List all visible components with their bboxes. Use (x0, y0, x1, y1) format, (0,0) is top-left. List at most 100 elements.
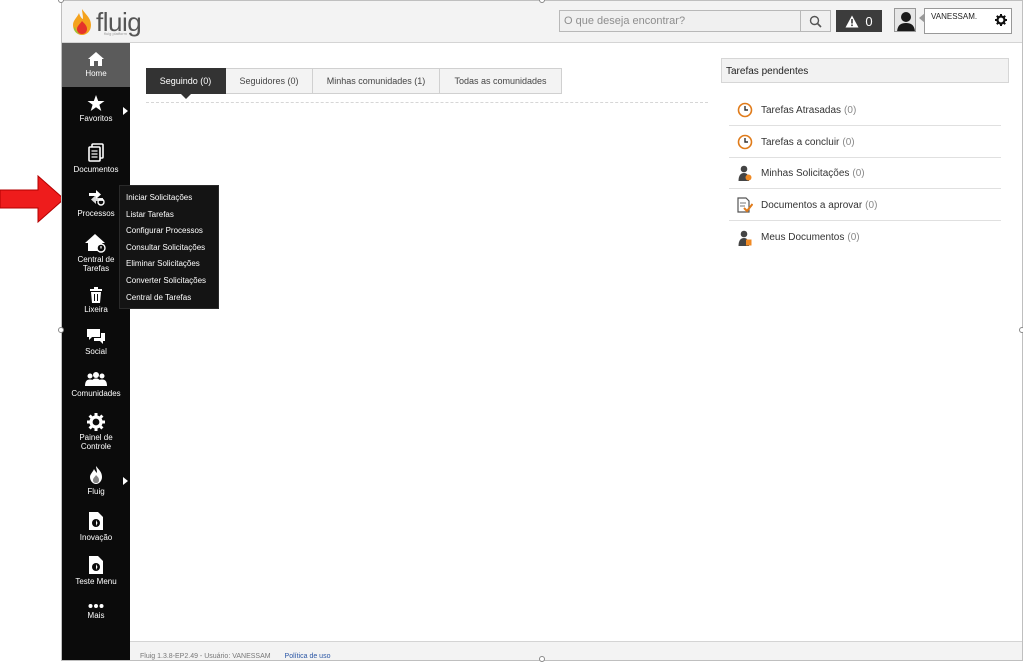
app-window: fluig fluig platform 0 (61, 0, 1023, 661)
sidebar-item-fluig[interactable]: Fluig (62, 465, 130, 496)
submenu-item-listar-tarefas[interactable]: Listar Tarefas (120, 207, 218, 224)
sidebar-item-social[interactable]: Social (62, 327, 130, 356)
active-tab-caret (179, 93, 192, 99)
task-tarefas-a-concluir[interactable]: Tarefas a concluir (0) (729, 127, 1001, 158)
task-count: (0) (844, 104, 857, 116)
tab-seguindo[interactable]: Seguindo (0) (146, 68, 226, 99)
task-count: (0) (852, 167, 865, 179)
search-input[interactable] (560, 11, 798, 31)
user-menu[interactable]: VANESSAM. (919, 8, 1012, 34)
task-count: (0) (842, 136, 855, 148)
sidebar-label: Documentos (73, 165, 119, 174)
task-label: Documentos a aprovar (761, 199, 863, 211)
frame-handle (58, 327, 64, 333)
sidebar-item-comunidades[interactable]: Comunidades (62, 371, 130, 398)
sidebar-item-teste-menu[interactable]: Teste Menu (62, 555, 130, 586)
sidebar-item-inovacao[interactable]: Inovação (62, 511, 130, 542)
tab-label: Seguindo (0) (159, 76, 212, 86)
sidebar-label: Painel de Controle (79, 433, 113, 451)
user-document-icon (738, 230, 752, 246)
tabs-divider (146, 102, 708, 103)
warning-icon (845, 15, 859, 27)
sidebar-label: Processos (77, 209, 115, 218)
alert-count: 0 (865, 13, 873, 29)
innovation-icon (89, 512, 103, 530)
processes-icon (89, 190, 105, 206)
sidebar-item-painel-de-controle[interactable]: Painel de Controle (62, 413, 130, 451)
document-approve-icon (737, 197, 753, 213)
frame-handle (539, 656, 545, 662)
username-label: VANESSAM. (931, 12, 978, 21)
star-icon (87, 95, 105, 111)
task-center-icon (85, 234, 106, 253)
task-meus-documentos[interactable]: Meus Documentos (0) (729, 222, 1001, 253)
footer-version: Fluig 1.3.8-EP2.49 - Usuário: VANESSAM (140, 653, 271, 660)
tab-label: Todas as comunidades (454, 76, 547, 86)
sidebar-item-home[interactable]: Home (62, 43, 130, 87)
user-request-icon (738, 165, 752, 181)
submenu-item-consultar-solicitacoes[interactable]: Consultar Solicitações (120, 240, 218, 257)
task-documentos-a-aprovar[interactable]: Documentos a aprovar (0) (729, 190, 1001, 221)
social-tabs: Seguindo (0) Seguidores (0) Minhas comun… (146, 68, 562, 99)
sidebar-label: Teste Menu (75, 577, 117, 586)
fluig-flame-icon (73, 9, 91, 35)
task-label: Meus Documentos (761, 232, 845, 243)
tab-label: Seguidores (0) (239, 76, 299, 86)
submenu-item-central-de-tarefas[interactable]: Central de Tarefas (120, 290, 218, 307)
policy-link[interactable]: Política de uso (285, 653, 331, 660)
alerts-button[interactable]: 0 (836, 10, 882, 32)
sidebar-label: Central de Tarefas (77, 255, 115, 273)
annotation-arrow-icon (0, 174, 65, 224)
task-count: (0) (847, 232, 860, 243)
sidebar-item-mais[interactable]: Mais (62, 603, 130, 620)
task-label: Tarefas a concluir (761, 136, 840, 148)
search-button[interactable] (800, 11, 830, 31)
sidebar-item-favoritos[interactable]: Favoritos (62, 95, 130, 123)
sidebar-label: Social (85, 347, 107, 356)
sidebar-label: Comunidades (71, 389, 121, 398)
submenu-item-eliminar-solicitacoes[interactable]: Eliminar Solicitações (120, 256, 218, 273)
pending-tasks-title: Tarefas pendentes (721, 58, 1009, 83)
search-box (559, 10, 831, 32)
settings-gear-icon[interactable] (995, 14, 1007, 26)
clock-icon (737, 134, 753, 150)
task-label: Tarefas Atrasadas (761, 104, 842, 116)
trash-icon (90, 287, 102, 303)
submenu-item-configurar-processos[interactable]: Configurar Processos (120, 223, 218, 240)
frame-handle (1019, 327, 1023, 333)
gear-icon (87, 413, 105, 431)
more-icon (88, 604, 104, 608)
sidebar-item-documentos[interactable]: Documentos (62, 143, 130, 174)
task-count: (0) (865, 199, 878, 211)
task-tarefas-atrasadas[interactable]: Tarefas Atrasadas (0) (729, 95, 1001, 126)
logo-tagline: fluig platform (104, 31, 127, 36)
tab-minhas-comunidades[interactable]: Minhas comunidades (1) (313, 68, 440, 94)
test-menu-icon (89, 556, 103, 574)
expand-arrow-icon (123, 477, 128, 485)
home-icon (88, 52, 104, 66)
user-menu-pointer (919, 13, 925, 23)
submenu-item-iniciar-solicitacoes[interactable]: Iniciar Solicitações (120, 190, 218, 207)
sidebar-label: Inovação (79, 533, 113, 542)
sidebar-label: Mais (87, 611, 105, 620)
top-bar: fluig fluig platform 0 (62, 1, 1022, 43)
user-silhouette-icon (895, 9, 915, 31)
search-icon (809, 15, 822, 28)
submenu-item-converter-solicitacoes[interactable]: Converter Solicitações (120, 273, 218, 290)
fluig-flame-icon (90, 466, 102, 484)
sidebar-label: Home (85, 69, 107, 78)
sidebar-label: Fluig (87, 487, 105, 496)
tab-seguidores[interactable]: Seguidores (0) (226, 68, 313, 94)
fluig-logo[interactable]: fluig fluig platform (70, 5, 142, 39)
task-minhas-solicitacoes[interactable]: Minhas Solicitações (0) (729, 158, 1001, 189)
sidebar-label: Favoritos (79, 114, 113, 123)
tab-todas-as-comunidades[interactable]: Todas as comunidades (440, 68, 562, 94)
chat-icon (87, 329, 105, 344)
footer: Fluig 1.3.8-EP2.49 - Usuário: VANESSAM P… (130, 641, 1022, 660)
expand-arrow-icon (123, 107, 128, 115)
clock-icon (737, 102, 753, 118)
communities-icon (85, 372, 107, 386)
documents-icon (88, 143, 104, 162)
avatar[interactable] (894, 8, 916, 32)
tab-label: Minhas comunidades (1) (326, 76, 426, 86)
